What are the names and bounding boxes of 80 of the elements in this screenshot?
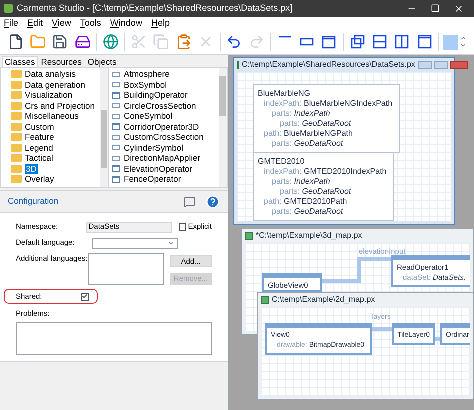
class-item[interactable]: FenceOperator bbox=[124, 174, 182, 184]
class-item[interactable]: BuildingOperator bbox=[124, 90, 188, 100]
folder-icon bbox=[11, 175, 22, 184]
folder-icon bbox=[11, 133, 22, 142]
node-property: parts: GeoDataRoot bbox=[279, 119, 352, 129]
class-item[interactable]: DirectionMapApplier bbox=[124, 153, 201, 164]
tree-item[interactable]: 3D bbox=[25, 164, 38, 174]
folder-icon bbox=[11, 80, 22, 89]
globe-icon[interactable] bbox=[101, 32, 120, 52]
tab[interactable]: Classes bbox=[2, 56, 38, 67]
folder-icon bbox=[11, 164, 22, 173]
menu-item[interactable]: Help bbox=[151, 16, 170, 30]
tree-item[interactable]: Overlay bbox=[25, 174, 54, 184]
configuration-link[interactable]: Configuration bbox=[8, 195, 59, 208]
tab[interactable]: Objects bbox=[84, 57, 120, 67]
node-property: indexPath: BlueMarbleNGIndexPath bbox=[263, 99, 394, 109]
class-item[interactable]: CircleCrossSection bbox=[124, 100, 196, 111]
tree-item[interactable]: Data generation bbox=[25, 80, 86, 90]
spin-down-icon[interactable] bbox=[460, 42, 468, 49]
window-title: C:\temp\Example\SharedResources\DataSets.px bbox=[242, 59, 416, 71]
class-item[interactable]: CylinderSymbol bbox=[124, 142, 184, 153]
folder-icon bbox=[11, 144, 22, 152]
node-property: parts: GeoDataRoot bbox=[271, 139, 344, 149]
tree-item[interactable]: Data analysis bbox=[25, 69, 76, 80]
node-property: parts: IndexPath bbox=[271, 177, 332, 187]
tree-item[interactable]: Legend bbox=[25, 142, 54, 153]
node-property: parts: IndexPath bbox=[271, 109, 332, 119]
spin-up-icon[interactable] bbox=[460, 35, 468, 42]
tree-item[interactable]: Crs and Projection bbox=[25, 100, 95, 111]
color-picker[interactable] bbox=[443, 32, 468, 52]
class-item[interactable]: CustomCrossSection bbox=[124, 132, 204, 142]
tree-item[interactable]: Miscellaneous bbox=[25, 111, 79, 122]
diagram-node[interactable]: BlueMarbleNG indexPath: BlueMarbleNGIndexPath parts: IndexPath parts: GeoDataRoot path: BlueMarbleNGPath parts: GeoDataRoot bbox=[253, 84, 400, 153]
tree-item[interactable]: Tactical bbox=[25, 153, 54, 164]
class-item[interactable]: ConeSymbol bbox=[124, 111, 173, 122]
menu-item[interactable]: Tools bbox=[80, 16, 102, 30]
node-title: GMTED2010 bbox=[257, 156, 306, 167]
folder-icon bbox=[11, 112, 22, 120]
window-title: C:\temp\Example\2d_map.px bbox=[272, 294, 376, 306]
menu-item[interactable]: View bbox=[52, 16, 72, 30]
node-title: BlueMarbleNG bbox=[257, 88, 312, 99]
language-dropdown[interactable] bbox=[92, 238, 178, 248]
checkbox[interactable] bbox=[178, 223, 186, 231]
class-item[interactable]: Atmosphere bbox=[124, 69, 170, 80]
tree-item[interactable]: Feature bbox=[25, 132, 54, 142]
checkbox[interactable] bbox=[81, 292, 89, 300]
diagram-node[interactable]: GMTED2010 indexPath: GMTED2010IndexPath parts: IndexPath parts: GeoDataRoot path: GMTED2010Path parts: GeoDataRoot bbox=[253, 152, 394, 221]
menu-item[interactable]: Edit bbox=[28, 16, 44, 30]
node-property: parts: GeoDataRoot bbox=[279, 187, 352, 197]
tree-item[interactable]: Custom bbox=[25, 122, 54, 132]
class-item[interactable]: BoxSymbol bbox=[124, 80, 167, 90]
tab[interactable]: Resources bbox=[38, 57, 85, 67]
folder-icon bbox=[11, 122, 22, 131]
close-button[interactable] bbox=[450, 61, 468, 69]
tree-item[interactable]: Visualization bbox=[25, 90, 73, 100]
languages-list[interactable] bbox=[88, 253, 164, 285]
class-item[interactable]: CorridorOperator3D bbox=[124, 122, 200, 132]
app-icon bbox=[4, 4, 13, 13]
folder-icon bbox=[11, 154, 22, 162]
node-property: parts: GeoDataRoot bbox=[271, 207, 344, 217]
scrollbar[interactable] bbox=[219, 68, 227, 187]
node-property: path: GMTED2010Path bbox=[263, 197, 348, 207]
window-title: Carmenta Studio - [C:\temp\Example\SharedResources\DataSets.px] bbox=[17, 2, 293, 15]
operator-icon bbox=[112, 92, 120, 99]
folder-icon bbox=[11, 102, 22, 110]
problems-box[interactable] bbox=[16, 322, 212, 356]
scrollbar[interactable] bbox=[100, 68, 108, 187]
menu-item[interactable]: Window bbox=[110, 16, 142, 30]
close-icon[interactable] bbox=[454, 4, 464, 14]
comment-icon[interactable] bbox=[184, 196, 196, 208]
class-item[interactable]: ElevationOperator bbox=[124, 164, 193, 174]
window-title: *C:\temp\Example\3d_map.px bbox=[256, 230, 362, 242]
folder-icon bbox=[11, 91, 22, 100]
maximize-icon[interactable] bbox=[431, 4, 440, 13]
node-property: indexPath: GMTED2010IndexPath bbox=[263, 167, 388, 177]
operator-icon bbox=[112, 123, 120, 130]
menu-item[interactable]: File bbox=[4, 16, 19, 30]
folder-icon bbox=[11, 70, 22, 78]
help-icon[interactable] bbox=[206, 194, 220, 208]
node-property: path: BlueMarbleNGPath bbox=[263, 129, 354, 139]
